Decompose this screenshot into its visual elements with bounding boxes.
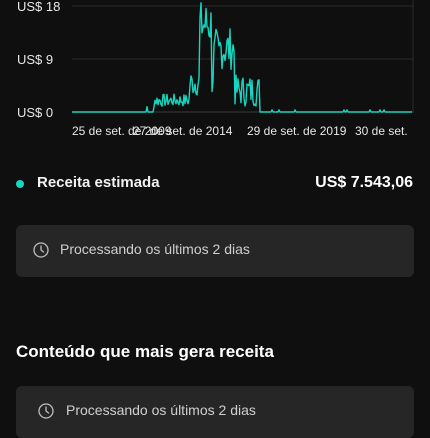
y-axis-label-0: US$ 0 xyxy=(17,105,54,120)
clock-icon xyxy=(38,403,54,419)
revenue-series-line xyxy=(72,2,412,113)
estimated-revenue-row[interactable]: Receita estimada US$ 7.543,06 xyxy=(0,172,430,196)
series-color-dot xyxy=(16,180,24,188)
estimated-revenue-label: Receita estimada xyxy=(37,174,160,191)
y-axis-label-9: US$ 9 xyxy=(17,52,54,67)
processing-message: Processando os últimos 2 dias xyxy=(66,402,256,418)
x-axis-label-end: 30 de set. xyxy=(355,124,408,138)
estimated-revenue-value: US$ 7.543,06 xyxy=(315,174,413,191)
revenue-chart: US$ 18 US$ 9 US$ 0 25 de set. de 2009 27… xyxy=(0,0,430,145)
y-axis-label-18: US$ 18 xyxy=(17,0,61,14)
processing-card-content: Processando os últimos 2 dias xyxy=(16,386,414,438)
x-axis-label-2019: 29 de set. de 2019 xyxy=(247,124,347,138)
top-earning-content-title: Conteúdo que mais gera receita xyxy=(16,342,274,361)
processing-message: Processando os últimos 2 dias xyxy=(60,241,250,257)
clock-icon xyxy=(33,242,49,258)
processing-card-chart: Processando os últimos 2 dias xyxy=(16,225,414,277)
x-axis-label-2014: 27 de set. de 2014 xyxy=(133,124,233,138)
